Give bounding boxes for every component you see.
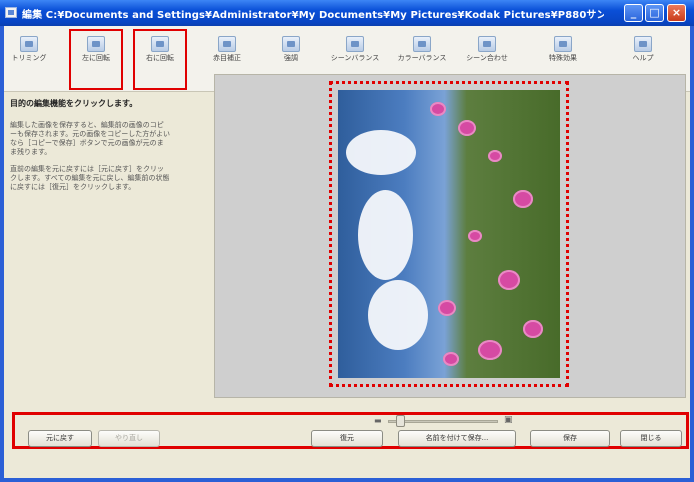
highlight-rotate-left — [69, 29, 123, 90]
tool-label-red-eye: 赤目補正 — [213, 54, 241, 62]
save-as-button[interactable]: 名前を付けて保存... — [398, 430, 516, 447]
tool-label-scene-match: シーン合わせ — [466, 54, 508, 62]
close-button[interactable]: 閉じる — [620, 430, 682, 447]
instruction-paragraph: 編集した画像を保存すると、編集前の画像のコピーも保存されます。元の画像をコピーし… — [10, 121, 170, 156]
instruction-panel: 目的の編集機能をクリックします。 編集した画像を保存すると、編集前の画像のコピー… — [6, 96, 210, 426]
scene-balance-icon — [346, 36, 364, 52]
minimize-button[interactable]: _ — [624, 4, 643, 22]
save-button[interactable]: 保存 — [530, 430, 610, 447]
title-bar[interactable]: 編集 C:¥Documents and Settings¥Administrat… — [0, 0, 694, 26]
color-balance-icon — [413, 36, 431, 52]
help-icon — [634, 36, 652, 52]
app-window: 編集 C:¥Documents and Settings¥Administrat… — [0, 0, 694, 482]
window-title: 編集 C:¥Documents and Settings¥Administrat… — [22, 10, 604, 21]
preview-highlight — [329, 81, 569, 387]
instruction-paragraph: 直前の編集を元に戻すには［元に戻す］をクリックします。すべての編集を元に戻し、編… — [10, 165, 170, 191]
redo-button[interactable]: やり直し — [98, 430, 160, 447]
crop-button[interactable]: トリミング — [4, 34, 54, 84]
crop-icon — [20, 36, 38, 52]
tool-label-crop: トリミング — [11, 54, 47, 62]
restore-button[interactable]: 復元 — [311, 430, 383, 447]
red-eye-icon — [218, 36, 236, 52]
undo-button[interactable]: 元に戻す — [28, 430, 92, 447]
image-preview-area — [214, 74, 686, 398]
tool-label-color-balance: カラーバランス — [397, 54, 447, 62]
tool-label-scene-balance: シーンバランス — [330, 54, 380, 62]
special-effects-icon — [554, 36, 572, 52]
tool-label-enhance: 強調 — [284, 54, 298, 62]
scene-match-icon — [478, 36, 496, 52]
enhance-icon — [282, 36, 300, 52]
maximize-button[interactable]: □ — [645, 4, 664, 22]
app-icon — [5, 7, 17, 18]
tool-label-special-effects: 特殊効果 — [549, 54, 577, 62]
tool-label-help: ヘルプ — [632, 54, 654, 62]
editor-client-area: トリミング 左に回転 右に回転 赤目補正 強調 シーンバランス カラーバランス … — [4, 26, 690, 478]
instruction-heading: 目的の編集機能をクリックします。 — [10, 99, 138, 108]
highlight-rotate-right — [133, 29, 187, 90]
close-window-button[interactable]: × — [667, 4, 686, 22]
